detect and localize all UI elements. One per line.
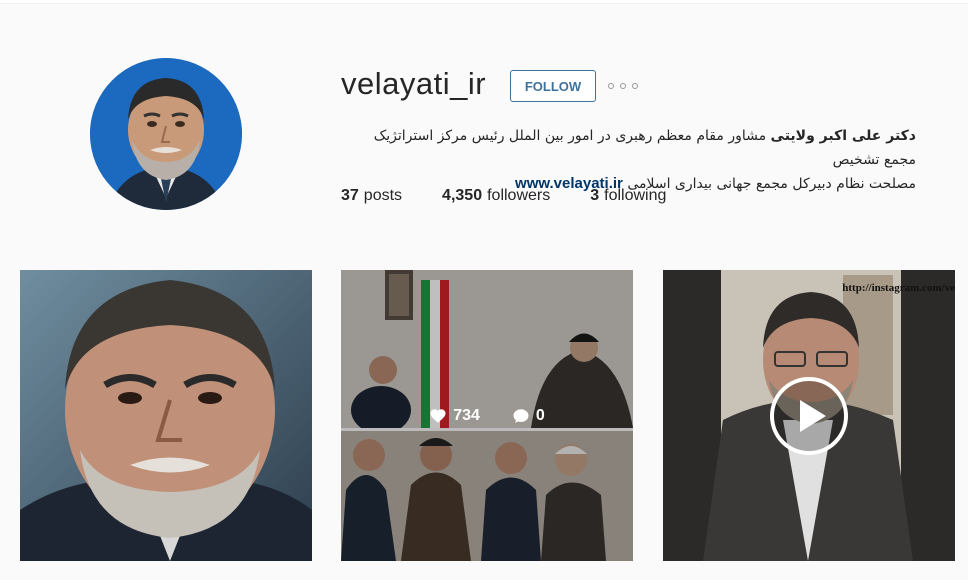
following-label: following xyxy=(604,187,667,204)
post-tile-video[interactable]: http://instagram.com/ve xyxy=(663,270,955,561)
post-photo xyxy=(20,270,312,561)
stat-posts: 37 posts xyxy=(341,187,402,205)
likes-count-item: 734 xyxy=(429,407,480,425)
profile-full-name: دکتر علی اکبر ولایتی xyxy=(770,128,916,144)
likes-count: 734 xyxy=(453,406,480,424)
bio-line-1: دکتر علی اکبر ولایتی مشاور مقام معظم رهب… xyxy=(341,124,916,172)
more-dot-icon xyxy=(620,83,626,89)
more-dot-icon xyxy=(608,83,614,89)
top-bar xyxy=(0,0,968,4)
video-watermark: http://instagram.com/ve xyxy=(842,282,955,294)
following-count: 3 xyxy=(590,187,600,204)
profile-stats: 37 posts 4,350 followers 3 following xyxy=(341,187,706,205)
posts-count: 37 xyxy=(341,187,359,204)
profile-avatar[interactable] xyxy=(90,58,242,210)
post-tile[interactable] xyxy=(20,270,312,561)
avatar-photo xyxy=(90,58,242,210)
more-options-button[interactable] xyxy=(608,78,638,94)
heart-icon xyxy=(430,408,446,423)
posts-label: posts xyxy=(363,187,403,204)
comment-icon xyxy=(513,408,529,423)
followers-label: followers xyxy=(487,187,551,204)
play-icon[interactable] xyxy=(769,376,849,456)
comments-count-item: 0 xyxy=(512,407,545,425)
followers-count: 4,350 xyxy=(442,187,483,204)
stat-following[interactable]: 3 following xyxy=(590,187,666,205)
more-dot-icon xyxy=(632,83,638,89)
post-tile[interactable]: 734 0 xyxy=(341,270,633,561)
profile-bio: دکتر علی اکبر ولایتی مشاور مقام معظم رهب… xyxy=(341,124,916,196)
stat-followers[interactable]: 4,350 followers xyxy=(442,187,550,205)
comments-count: 0 xyxy=(535,406,545,424)
post-hover-overlay: 734 0 xyxy=(341,270,633,561)
profile-username: velayati_ir xyxy=(341,66,487,101)
play-button-icon xyxy=(770,377,848,455)
follow-button[interactable]: FOLLOW xyxy=(510,70,596,102)
